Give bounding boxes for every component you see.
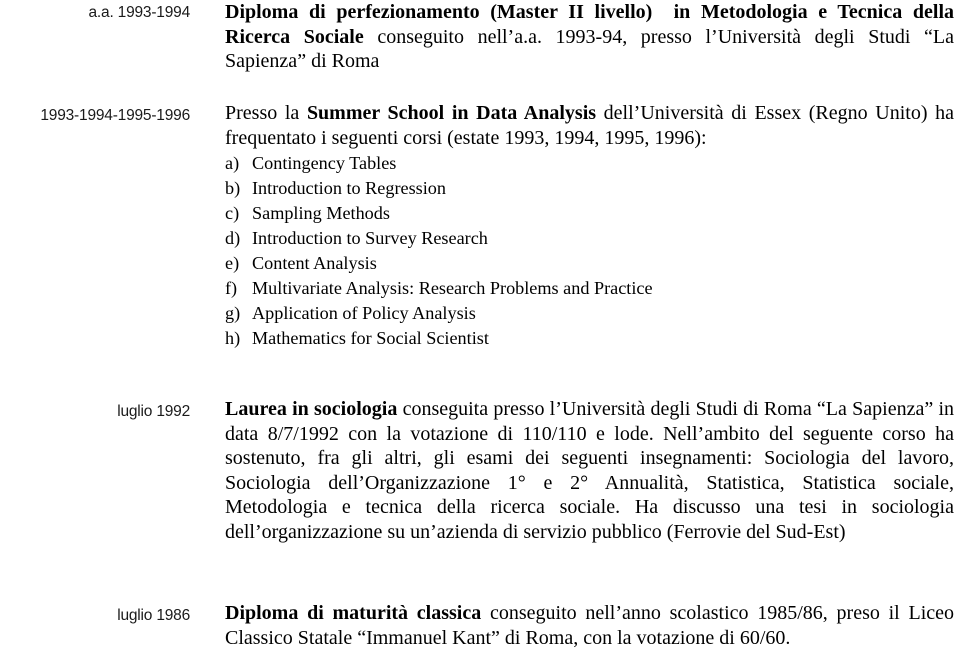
entry-date-summer-school: 1993-1994-1995-1996 bbox=[40, 107, 190, 124]
course-marker: d) bbox=[225, 228, 241, 248]
entry-body-laurea: Laurea in sociologia conseguita presso l… bbox=[225, 398, 954, 543]
course-title: Sampling Methods bbox=[252, 203, 390, 223]
course-list-item: e) Content Analysis bbox=[225, 251, 954, 276]
course-marker: c) bbox=[225, 203, 240, 223]
course-list-item: b) Introduction to Regression bbox=[225, 176, 954, 201]
entry-body-postgrad: Diploma di perfezionamento (Master II li… bbox=[225, 1, 955, 73]
course-title: Mathematics for Social Scientist bbox=[252, 328, 489, 348]
entry-date-maturita: luglio 1986 bbox=[117, 607, 190, 624]
entry-body-summer-school: Presso la Summer School in Data Analysis… bbox=[225, 102, 954, 149]
course-title: Introduction to Regression bbox=[252, 178, 446, 198]
entry-date-laurea: luglio 1992 bbox=[117, 403, 190, 420]
course-list-item: d) Introduction to Survey Research bbox=[225, 226, 954, 251]
course-marker: e) bbox=[225, 253, 240, 273]
course-title: Application of Policy Analysis bbox=[252, 303, 476, 323]
course-marker: g) bbox=[225, 303, 241, 323]
course-list-item: f) Multivariate Analysis: Research Proble… bbox=[225, 276, 954, 301]
entry-body-maturita: Diploma di maturità classica conseguito … bbox=[225, 602, 955, 649]
course-list-item: a) Contingency Tables bbox=[225, 151, 954, 176]
course-list-item: g) Application of Policy Analysis bbox=[225, 301, 954, 326]
course-title: Contingency Tables bbox=[252, 153, 397, 173]
course-marker: h) bbox=[225, 328, 241, 348]
course-title: Content Analysis bbox=[252, 253, 377, 273]
course-title: Introduction to Survey Research bbox=[252, 228, 488, 248]
document-page: a.a. 1993-1994 Diploma di perfezionament… bbox=[0, 0, 959, 649]
course-marker: f) bbox=[225, 278, 238, 298]
course-title: Multivariate Analysis: Research Problems… bbox=[252, 278, 653, 298]
course-marker: a) bbox=[225, 153, 240, 173]
course-marker: b) bbox=[225, 178, 241, 198]
course-list-item: c) Sampling Methods bbox=[225, 201, 954, 226]
entry-date-postgrad: a.a. 1993-1994 bbox=[88, 4, 191, 21]
summer-school-course-list: a) Contingency Tables b) Introduction to Re… bbox=[225, 151, 954, 351]
course-list-item: h) Mathematics for Social Scientist bbox=[225, 326, 954, 351]
